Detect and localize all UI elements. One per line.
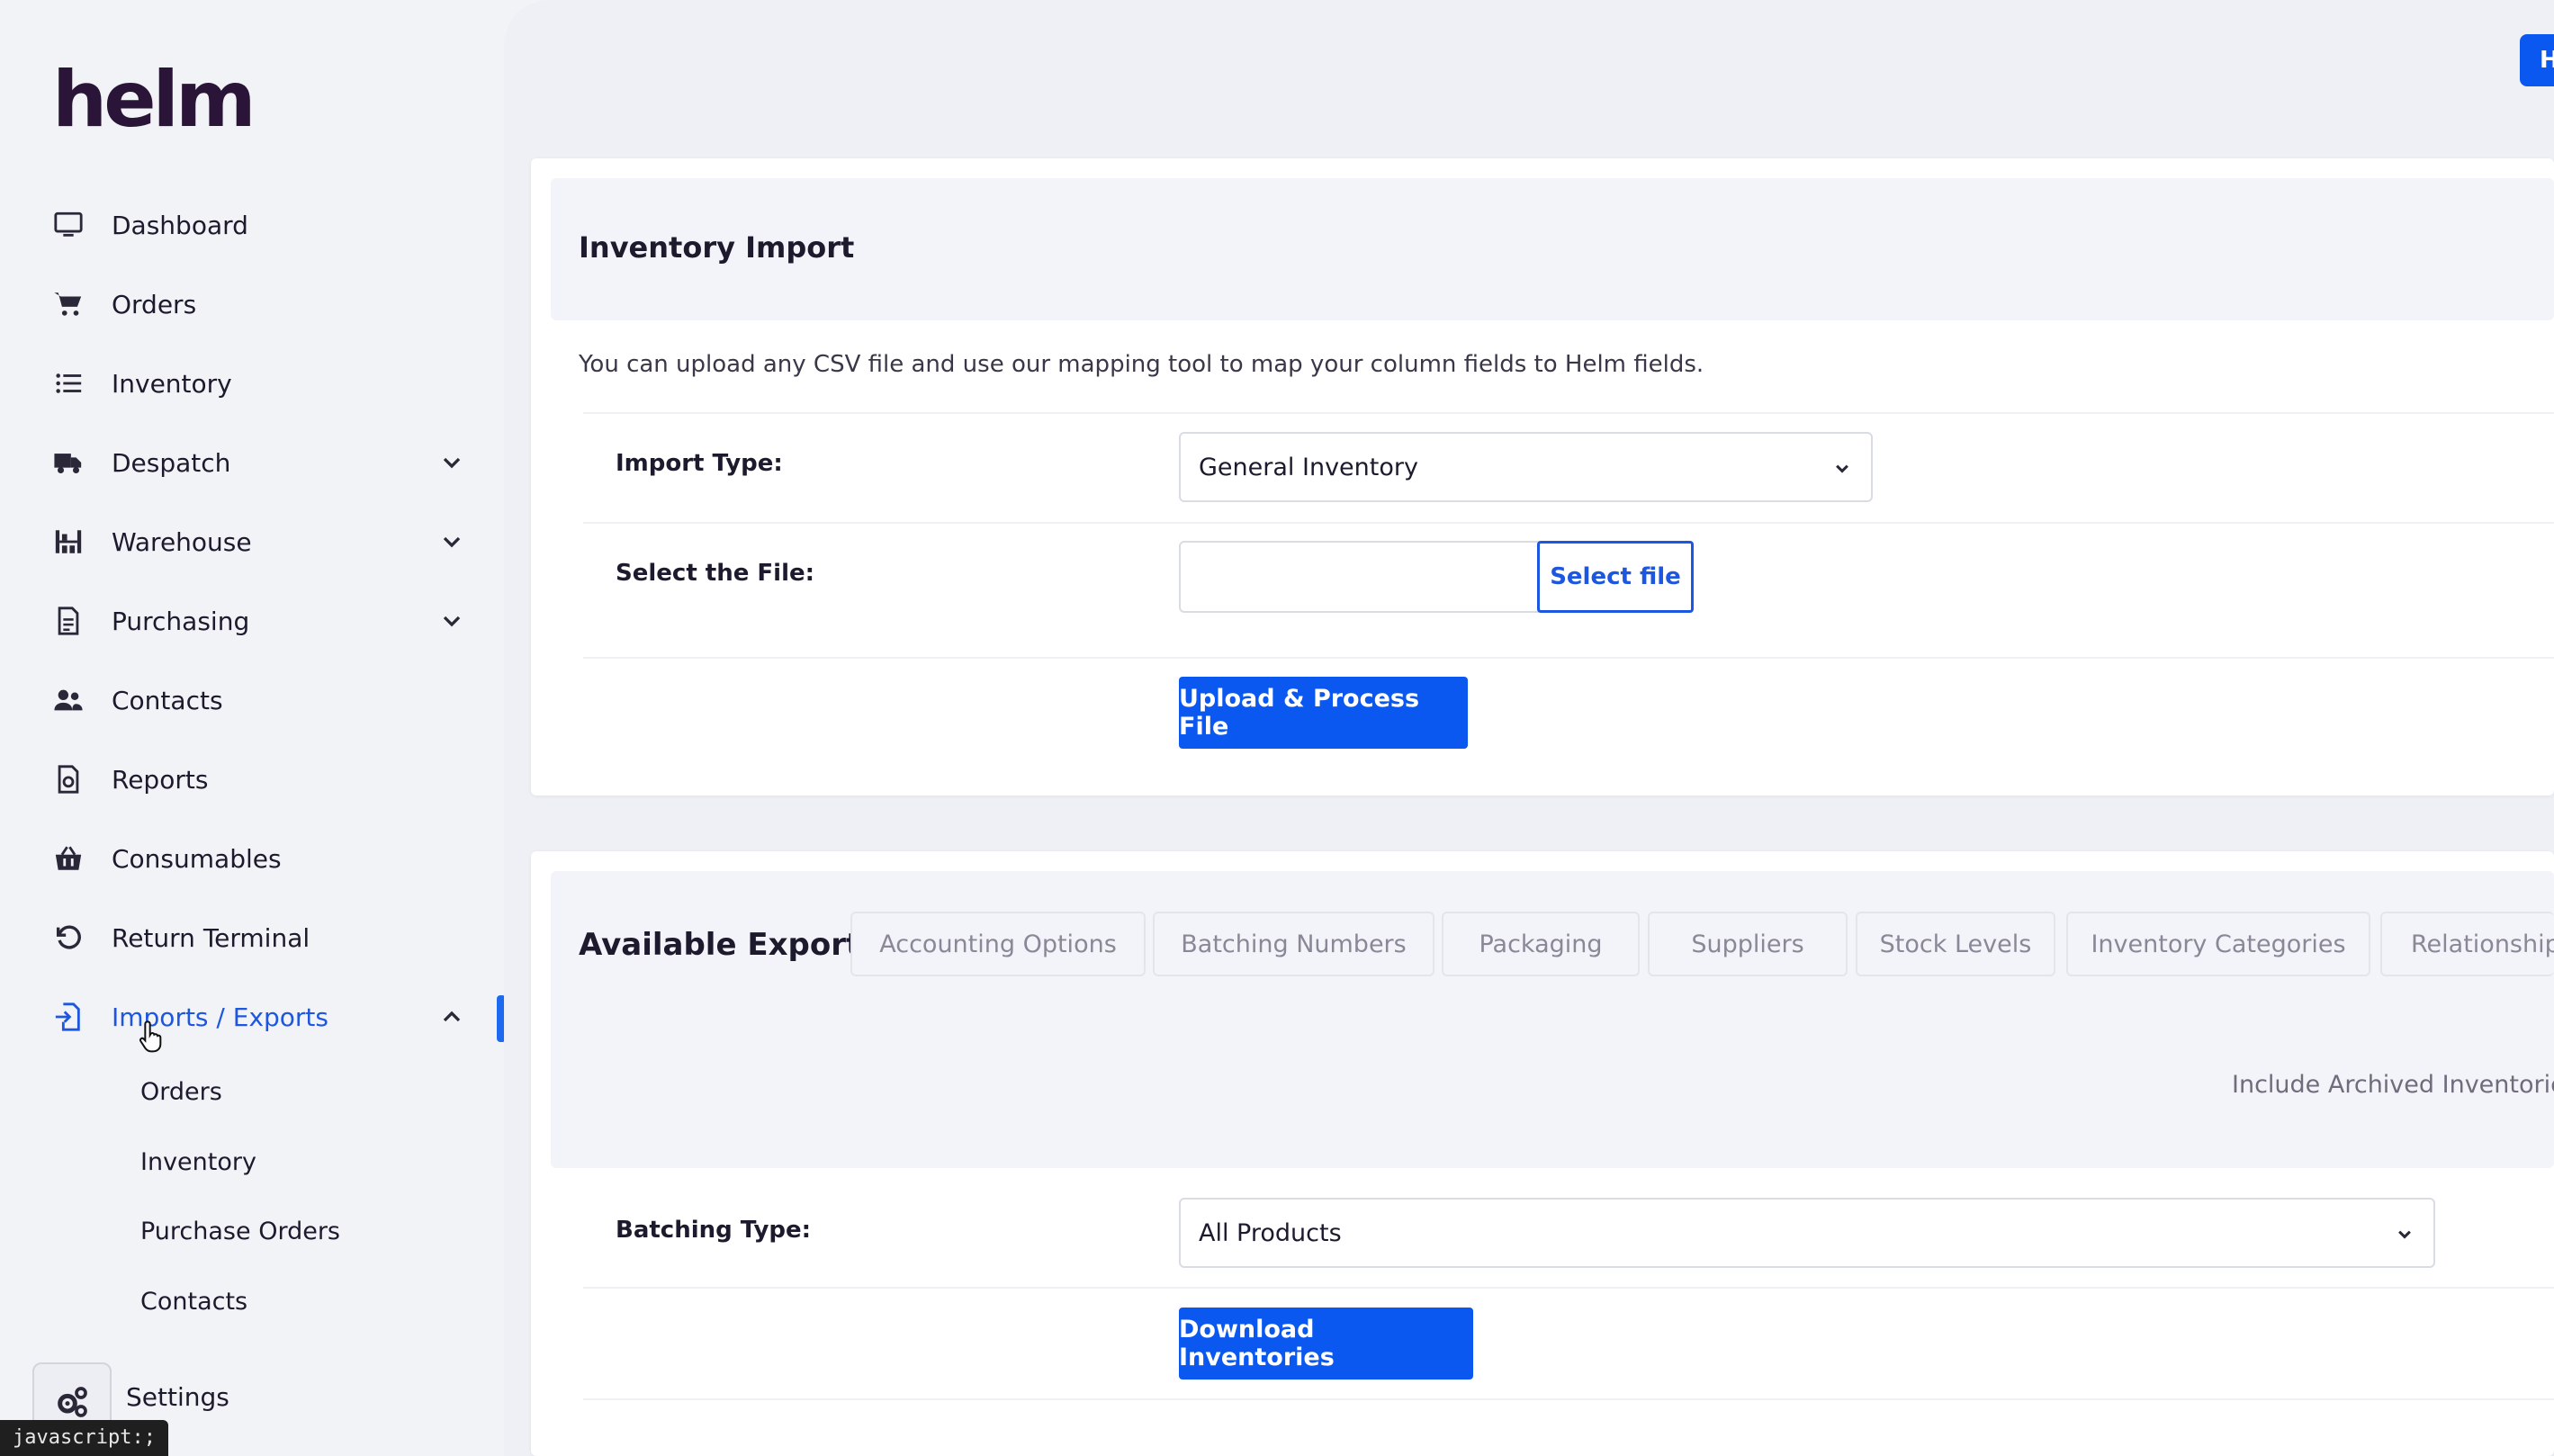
sidebar-item-label: Dashboard xyxy=(112,210,248,240)
sidebar-item-consumables[interactable]: Consumables xyxy=(52,831,475,885)
sidebar-item-label: Return Terminal xyxy=(112,922,310,953)
helm-logo[interactable]: helm xyxy=(52,61,256,139)
chevron-down-icon[interactable] xyxy=(437,448,466,477)
import-type-select[interactable]: General Inventory xyxy=(1179,432,1873,502)
chevron-down-icon[interactable] xyxy=(437,527,466,556)
sidebar-item-reports[interactable]: Reports xyxy=(52,752,475,806)
sidebar-item-inventory[interactable]: Inventory xyxy=(52,356,475,410)
sidebar-item-warehouse[interactable]: Warehouse xyxy=(52,515,475,569)
import-type-value: General Inventory xyxy=(1199,453,1418,481)
sidebar-item-dashboard[interactable]: Dashboard xyxy=(52,198,475,252)
sidebar-item-label: Orders xyxy=(112,289,197,319)
divider xyxy=(583,412,2554,414)
tab-accounting-options[interactable]: Accounting Options xyxy=(850,912,1146,976)
warehouse-icon xyxy=(52,526,85,558)
sidebar-item-label: Inventory xyxy=(112,368,232,399)
chevron-down-icon xyxy=(2398,1230,2411,1239)
settings-label[interactable]: Settings xyxy=(126,1382,229,1412)
report-icon xyxy=(52,763,85,795)
list-icon xyxy=(52,367,85,400)
exports-card-title: Available Exports xyxy=(579,927,879,963)
divider xyxy=(583,657,2554,659)
import-card-title: Inventory Import xyxy=(579,230,855,265)
download-inventories-button[interactable]: Download Inventories xyxy=(1179,1308,1473,1380)
sidebar-item-despatch[interactable]: Despatch xyxy=(52,436,475,490)
import-icon xyxy=(52,1001,85,1033)
subnav-item-purchase-orders[interactable]: Purchase Orders xyxy=(140,1218,340,1245)
header-user-button[interactable]: H xyxy=(2520,34,2554,86)
include-archived-container[interactable]: Include Archived Inventories xyxy=(2232,1071,2554,1099)
sidebar-item-imports-exports[interactable]: Imports / Exports xyxy=(52,990,475,1044)
sidebar-item-contacts[interactable]: Contacts xyxy=(52,673,475,727)
tab-relationships[interactable]: Relationships xyxy=(2380,912,2554,976)
batching-type-label: Batching Type: xyxy=(616,1217,812,1244)
cart-icon xyxy=(52,288,85,320)
divider xyxy=(583,1398,2554,1400)
sidebar-item-label: Reports xyxy=(112,764,209,795)
subnav-item-orders[interactable]: Orders xyxy=(140,1078,222,1106)
sidebar-item-label: Warehouse xyxy=(112,526,252,557)
monitor-icon xyxy=(52,209,85,241)
document-icon xyxy=(52,605,85,637)
subnav-item-inventory[interactable]: Inventory xyxy=(140,1148,256,1176)
batching-type-select[interactable]: All Products xyxy=(1179,1198,2435,1268)
tab-stock-levels[interactable]: Stock Levels xyxy=(1856,912,2055,976)
divider xyxy=(583,522,2554,524)
sidebar-item-label: Purchasing xyxy=(112,606,250,636)
batching-type-value: All Products xyxy=(1199,1218,1342,1247)
tab-inventory-categories[interactable]: Inventory Categories xyxy=(2066,912,2370,976)
sidebar: helm Dashboard Orders Inventory Despatch… xyxy=(0,0,506,1456)
file-path-input[interactable] xyxy=(1179,541,1539,613)
tab-batching-numbers[interactable]: Batching Numbers xyxy=(1153,912,1434,976)
truck-icon xyxy=(52,446,85,479)
select-file-label: Select the File: xyxy=(616,560,815,587)
chevron-down-icon[interactable] xyxy=(437,607,466,635)
sidebar-item-label: Despatch xyxy=(112,447,231,478)
sidebar-item-orders[interactable]: Orders xyxy=(52,277,475,331)
sidebar-item-label: Contacts xyxy=(112,685,223,715)
upload-process-button[interactable]: Upload & Process File xyxy=(1179,677,1468,749)
sidebar-item-purchasing[interactable]: Purchasing xyxy=(52,594,475,648)
chevron-down-icon xyxy=(1836,464,1848,473)
divider xyxy=(583,1287,2554,1289)
tab-suppliers[interactable]: Suppliers xyxy=(1648,912,1848,976)
include-archived-label[interactable]: Include Archived Inventories xyxy=(2232,1071,2554,1099)
users-icon xyxy=(52,684,85,716)
status-bar-url: javascript:; xyxy=(0,1420,168,1456)
import-type-label: Import Type: xyxy=(616,450,783,477)
sidebar-item-label: Consumables xyxy=(112,843,282,874)
gears-icon xyxy=(58,1387,87,1417)
tab-packaging[interactable]: Packaging xyxy=(1442,912,1640,976)
import-description: You can upload any CSV file and use our … xyxy=(579,351,1704,378)
chevron-up-icon[interactable] xyxy=(437,1002,466,1031)
basket-icon xyxy=(52,842,85,875)
subnav-item-contacts[interactable]: Contacts xyxy=(140,1288,247,1316)
hand-cursor-icon xyxy=(139,1020,162,1053)
select-file-button[interactable]: Select file xyxy=(1537,541,1694,613)
undo-icon xyxy=(52,921,85,954)
sidebar-item-return-terminal[interactable]: Return Terminal xyxy=(52,911,475,965)
